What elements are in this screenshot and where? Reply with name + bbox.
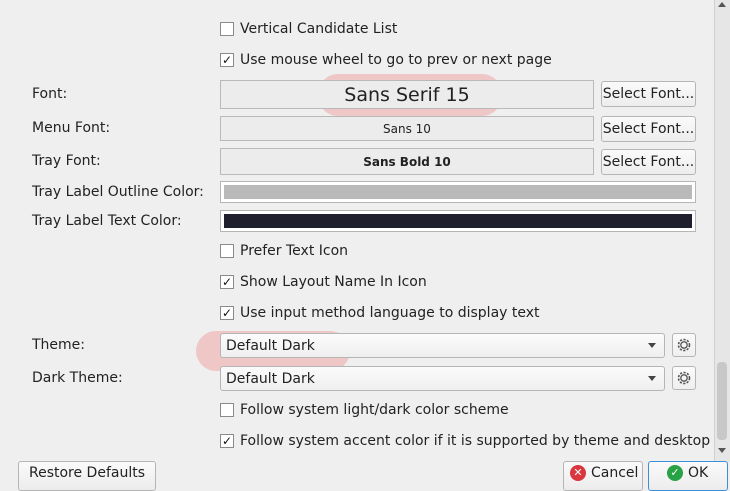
theme-select[interactable]: Default Dark bbox=[220, 333, 665, 358]
checkbox-box[interactable] bbox=[220, 403, 234, 417]
follow-accent-checkbox[interactable]: ✓ Follow system accent color if it is su… bbox=[220, 433, 710, 449]
font-label: Font: bbox=[32, 86, 68, 102]
checkbox-label: Show Layout Name In Icon bbox=[240, 274, 427, 290]
dropdown-arrow-icon bbox=[648, 343, 656, 348]
input-method-language-checkbox[interactable]: ✓ Use input method language to display t… bbox=[220, 305, 540, 321]
color-swatch bbox=[224, 214, 692, 228]
checkbox-box[interactable] bbox=[220, 22, 234, 36]
select-tray-font-button[interactable]: Select Font... bbox=[601, 149, 696, 175]
ok-label: OK bbox=[688, 465, 709, 481]
follow-light-dark-checkbox[interactable]: Follow system light/dark color scheme bbox=[220, 402, 509, 418]
theme-label: Theme: bbox=[32, 337, 86, 353]
restore-defaults-button[interactable]: Restore Defaults bbox=[18, 461, 156, 491]
theme-value: Default Dark bbox=[226, 337, 315, 354]
checkbox-label: Use input method language to display tex… bbox=[240, 305, 540, 321]
dark-theme-value: Default Dark bbox=[226, 370, 315, 387]
tray-outline-color-picker[interactable] bbox=[220, 181, 696, 203]
menu-font-value: Sans 10 bbox=[383, 121, 431, 136]
color-swatch bbox=[224, 185, 692, 199]
dark-theme-settings-button[interactable] bbox=[672, 366, 696, 390]
checkbox-box-checked[interactable]: ✓ bbox=[220, 306, 234, 320]
tray-outline-color-label: Tray Label Outline Color: bbox=[32, 184, 204, 200]
cancel-label: Cancel bbox=[591, 465, 639, 481]
checkbox-label: Follow system accent color if it is supp… bbox=[240, 433, 711, 449]
font-preview: Sans Serif 15 bbox=[220, 80, 594, 109]
prefer-text-icon-checkbox[interactable]: Prefer Text Icon bbox=[220, 243, 348, 259]
checkbox-label: Use mouse wheel to go to prev or next pa… bbox=[240, 52, 552, 68]
tray-font-value: Sans Bold 10 bbox=[363, 154, 451, 169]
checkbox-box-checked[interactable]: ✓ bbox=[220, 434, 234, 448]
theme-settings-button[interactable] bbox=[672, 333, 696, 357]
checkbox-box-checked[interactable]: ✓ bbox=[220, 275, 234, 289]
font-value: Sans Serif 15 bbox=[344, 83, 470, 106]
checkbox-box[interactable] bbox=[220, 244, 234, 258]
tray-text-color-picker[interactable] bbox=[220, 210, 696, 232]
scroll-up-arrow-icon[interactable] bbox=[718, 2, 726, 7]
select-menu-font-button[interactable]: Select Font... bbox=[601, 116, 696, 142]
cancel-button[interactable]: ✕ Cancel bbox=[563, 461, 643, 491]
scroll-down-arrow-icon[interactable] bbox=[718, 448, 726, 453]
tray-font-label: Tray Font: bbox=[32, 153, 101, 169]
tray-font-preview: Sans Bold 10 bbox=[220, 148, 594, 175]
vertical-candidate-list-checkbox[interactable]: Vertical Candidate List bbox=[220, 21, 397, 37]
cancel-icon: ✕ bbox=[570, 465, 586, 481]
dark-theme-label: Dark Theme: bbox=[32, 370, 123, 386]
dark-theme-select[interactable]: Default Dark bbox=[220, 366, 665, 391]
checkbox-label: Follow system light/dark color scheme bbox=[240, 402, 509, 418]
select-font-button[interactable]: Select Font... bbox=[601, 81, 696, 107]
scrollbar-thumb[interactable] bbox=[717, 362, 727, 440]
ok-icon: ✓ bbox=[667, 465, 683, 481]
vertical-scrollbar[interactable] bbox=[714, 0, 730, 462]
gear-icon bbox=[677, 371, 691, 385]
mouse-wheel-checkbox[interactable]: ✓ Use mouse wheel to go to prev or next … bbox=[220, 52, 552, 68]
checkbox-box-checked[interactable]: ✓ bbox=[220, 53, 234, 67]
checkbox-label: Vertical Candidate List bbox=[240, 21, 398, 37]
tray-text-color-label: Tray Label Text Color: bbox=[32, 213, 182, 229]
menu-font-preview: Sans 10 bbox=[220, 116, 594, 141]
ok-button[interactable]: ✓ OK bbox=[648, 461, 728, 491]
dropdown-arrow-icon bbox=[648, 376, 656, 381]
menu-font-label: Menu Font: bbox=[32, 120, 111, 136]
show-layout-name-checkbox[interactable]: ✓ Show Layout Name In Icon bbox=[220, 274, 427, 290]
gear-icon bbox=[677, 338, 691, 352]
checkbox-label: Prefer Text Icon bbox=[240, 243, 349, 259]
restore-defaults-label: Restore Defaults bbox=[28, 465, 146, 481]
